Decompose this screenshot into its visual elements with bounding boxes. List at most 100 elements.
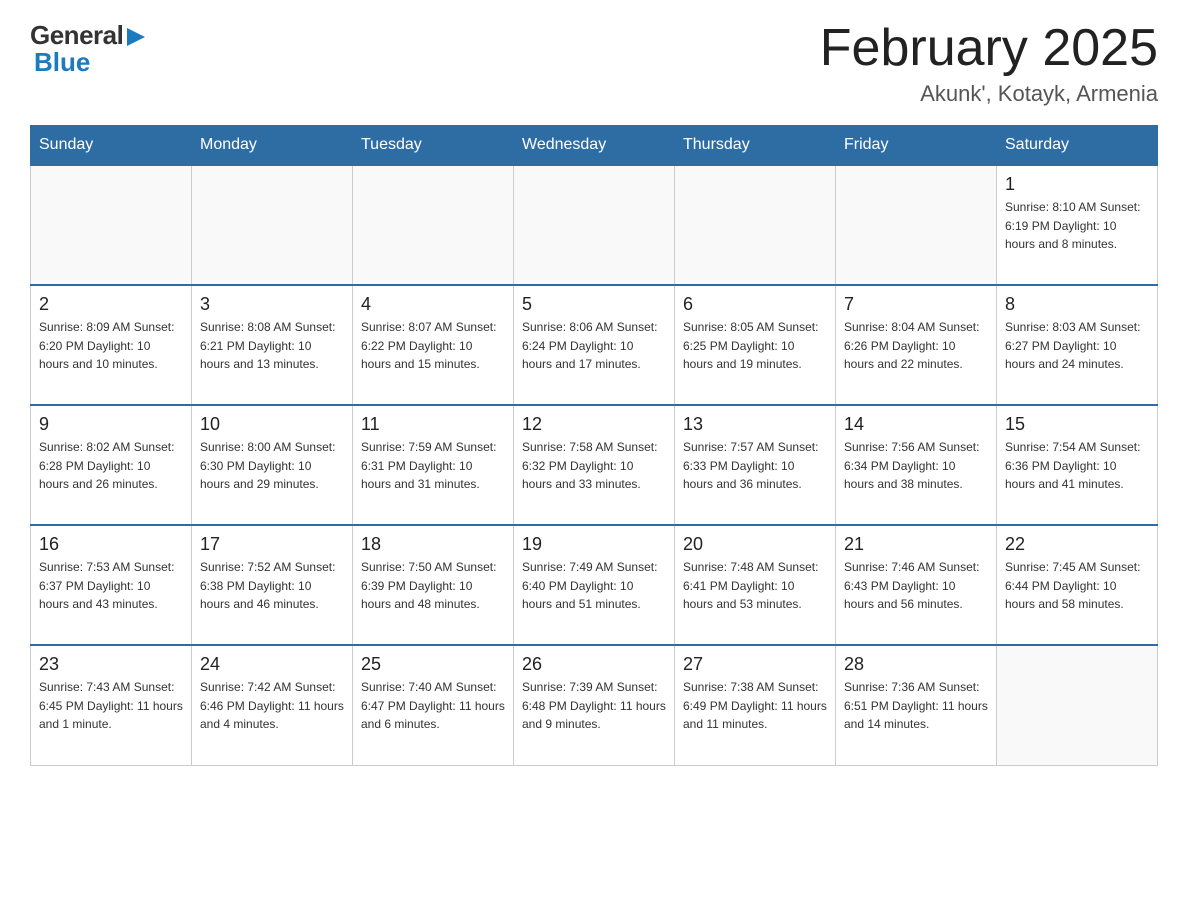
- day-cell: [31, 165, 192, 285]
- day-info: Sunrise: 7:39 AM Sunset: 6:48 PM Dayligh…: [522, 678, 666, 734]
- header-cell-tuesday: Tuesday: [353, 126, 514, 166]
- day-number: 27: [683, 654, 827, 675]
- day-number: 7: [844, 294, 988, 315]
- day-number: 9: [39, 414, 183, 435]
- day-info: Sunrise: 8:00 AM Sunset: 6:30 PM Dayligh…: [200, 438, 344, 494]
- header-cell-thursday: Thursday: [675, 126, 836, 166]
- day-number: 18: [361, 534, 505, 555]
- day-cell: 19Sunrise: 7:49 AM Sunset: 6:40 PM Dayli…: [514, 525, 675, 645]
- day-info: Sunrise: 7:45 AM Sunset: 6:44 PM Dayligh…: [1005, 558, 1149, 614]
- day-cell: [353, 165, 514, 285]
- day-cell: 10 Sunrise: 8:00 AM Sunset: 6:30 PM Dayli…: [192, 405, 353, 525]
- week-row-1: 2 Sunrise: 8:09 AM Sunset: 6:20 PM Daylig…: [31, 285, 1158, 405]
- calendar-title: February 2025: [820, 20, 1158, 77]
- day-number: 11: [361, 414, 505, 435]
- day-cell: 24 Sunrise: 7:42 AM Sunset: 6:46 PM Dayli…: [192, 645, 353, 765]
- calendar-table: SundayMondayTuesdayWednesdayThursdayFrid…: [30, 125, 1158, 766]
- calendar-subtitle: Akunk', Kotayk, Armenia: [820, 81, 1158, 107]
- week-row-2: 9 Sunrise: 8:02 AM Sunset: 6:28 PM Daylig…: [31, 405, 1158, 525]
- day-info: Sunrise: 7:50 AM Sunset: 6:39 PM Dayligh…: [361, 558, 505, 614]
- day-info: Sunrise: 8:09 AM Sunset: 6:20 PM Dayligh…: [39, 318, 183, 374]
- title-section: February 2025 Akunk', Kotayk, Armenia: [820, 20, 1158, 107]
- day-number: 15: [1005, 414, 1149, 435]
- day-cell: 27 Sunrise: 7:38 AM Sunset: 6:49 PM Dayli…: [675, 645, 836, 765]
- week-row-0: 1 Sunrise: 8:10 AM Sunset: 6:19 PM Daylig…: [31, 165, 1158, 285]
- day-info: Sunrise: 8:05 AM Sunset: 6:25 PM Dayligh…: [683, 318, 827, 374]
- day-info: Sunrise: 8:02 AM Sunset: 6:28 PM Dayligh…: [39, 438, 183, 494]
- day-cell: [675, 165, 836, 285]
- day-cell: [836, 165, 997, 285]
- day-cell: 22 Sunrise: 7:45 AM Sunset: 6:44 PM Dayli…: [997, 525, 1158, 645]
- day-number: 25: [361, 654, 505, 675]
- day-info: Sunrise: 7:52 AM Sunset: 6:38 PM Dayligh…: [200, 558, 344, 614]
- logo-blue-text: Blue: [34, 47, 90, 77]
- day-cell: 11 Sunrise: 7:59 AM Sunset: 6:31 PM Dayli…: [353, 405, 514, 525]
- header-cell-friday: Friday: [836, 126, 997, 166]
- day-info: Sunrise: 7:59 AM Sunset: 6:31 PM Dayligh…: [361, 438, 505, 494]
- day-number: 16: [39, 534, 183, 555]
- day-cell: 26 Sunrise: 7:39 AM Sunset: 6:48 PM Dayli…: [514, 645, 675, 765]
- day-info: Sunrise: 7:43 AM Sunset: 6:45 PM Dayligh…: [39, 678, 183, 734]
- day-cell: 28 Sunrise: 7:36 AM Sunset: 6:51 PM Dayli…: [836, 645, 997, 765]
- day-number: 13: [683, 414, 827, 435]
- day-info: Sunrise: 7:54 AM Sunset: 6:36 PM Dayligh…: [1005, 438, 1149, 494]
- day-cell: 8 Sunrise: 8:03 AM Sunset: 6:27 PM Daylig…: [997, 285, 1158, 405]
- day-number: 2: [39, 294, 183, 315]
- day-cell: 2 Sunrise: 8:09 AM Sunset: 6:20 PM Daylig…: [31, 285, 192, 405]
- header-cell-monday: Monday: [192, 126, 353, 166]
- header-cell-wednesday: Wednesday: [514, 126, 675, 166]
- day-cell: 3 Sunrise: 8:08 AM Sunset: 6:21 PM Daylig…: [192, 285, 353, 405]
- day-cell: 23 Sunrise: 7:43 AM Sunset: 6:45 PM Dayli…: [31, 645, 192, 765]
- day-number: 20: [683, 534, 827, 555]
- day-info: Sunrise: 7:48 AM Sunset: 6:41 PM Dayligh…: [683, 558, 827, 614]
- day-number: 24: [200, 654, 344, 675]
- day-cell: 7Sunrise: 8:04 AM Sunset: 6:26 PM Daylig…: [836, 285, 997, 405]
- header-cell-saturday: Saturday: [997, 126, 1158, 166]
- day-info: Sunrise: 8:07 AM Sunset: 6:22 PM Dayligh…: [361, 318, 505, 374]
- day-cell: 4 Sunrise: 8:07 AM Sunset: 6:22 PM Daylig…: [353, 285, 514, 405]
- day-number: 3: [200, 294, 344, 315]
- day-number: 10: [200, 414, 344, 435]
- day-cell: 13 Sunrise: 7:57 AM Sunset: 6:33 PM Dayli…: [675, 405, 836, 525]
- day-info: Sunrise: 8:10 AM Sunset: 6:19 PM Dayligh…: [1005, 198, 1149, 254]
- day-info: Sunrise: 8:06 AM Sunset: 6:24 PM Dayligh…: [522, 318, 666, 374]
- day-info: Sunrise: 7:38 AM Sunset: 6:49 PM Dayligh…: [683, 678, 827, 734]
- day-cell: 5Sunrise: 8:06 AM Sunset: 6:24 PM Daylig…: [514, 285, 675, 405]
- day-number: 4: [361, 294, 505, 315]
- day-number: 28: [844, 654, 988, 675]
- day-cell: 21Sunrise: 7:46 AM Sunset: 6:43 PM Dayli…: [836, 525, 997, 645]
- day-number: 1: [1005, 174, 1149, 195]
- page-header: General Blue February 2025 Akunk', Kotay…: [30, 20, 1158, 107]
- day-cell: 12 Sunrise: 7:58 AM Sunset: 6:32 PM Dayli…: [514, 405, 675, 525]
- day-number: 19: [522, 534, 666, 555]
- day-info: Sunrise: 8:03 AM Sunset: 6:27 PM Dayligh…: [1005, 318, 1149, 374]
- calendar-body: 1 Sunrise: 8:10 AM Sunset: 6:19 PM Daylig…: [31, 165, 1158, 765]
- header-cell-sunday: Sunday: [31, 126, 192, 166]
- day-cell: 6Sunrise: 8:05 AM Sunset: 6:25 PM Daylig…: [675, 285, 836, 405]
- day-cell: [997, 645, 1158, 765]
- day-number: 12: [522, 414, 666, 435]
- day-cell: 16 Sunrise: 7:53 AM Sunset: 6:37 PM Dayli…: [31, 525, 192, 645]
- day-number: 23: [39, 654, 183, 675]
- day-number: 8: [1005, 294, 1149, 315]
- day-number: 21: [844, 534, 988, 555]
- week-row-3: 16 Sunrise: 7:53 AM Sunset: 6:37 PM Dayli…: [31, 525, 1158, 645]
- day-number: 26: [522, 654, 666, 675]
- header-row: SundayMondayTuesdayWednesdayThursdayFrid…: [31, 126, 1158, 166]
- day-cell: 20 Sunrise: 7:48 AM Sunset: 6:41 PM Dayli…: [675, 525, 836, 645]
- day-cell: 14Sunrise: 7:56 AM Sunset: 6:34 PM Dayli…: [836, 405, 997, 525]
- day-info: Sunrise: 7:58 AM Sunset: 6:32 PM Dayligh…: [522, 438, 666, 494]
- day-cell: 9 Sunrise: 8:02 AM Sunset: 6:28 PM Daylig…: [31, 405, 192, 525]
- day-cell: 17 Sunrise: 7:52 AM Sunset: 6:38 PM Dayli…: [192, 525, 353, 645]
- day-info: Sunrise: 7:57 AM Sunset: 6:33 PM Dayligh…: [683, 438, 827, 494]
- day-info: Sunrise: 7:36 AM Sunset: 6:51 PM Dayligh…: [844, 678, 988, 734]
- day-info: Sunrise: 7:40 AM Sunset: 6:47 PM Dayligh…: [361, 678, 505, 734]
- day-info: Sunrise: 7:42 AM Sunset: 6:46 PM Dayligh…: [200, 678, 344, 734]
- day-number: 22: [1005, 534, 1149, 555]
- day-info: Sunrise: 8:08 AM Sunset: 6:21 PM Dayligh…: [200, 318, 344, 374]
- day-info: Sunrise: 7:53 AM Sunset: 6:37 PM Dayligh…: [39, 558, 183, 614]
- day-number: 17: [200, 534, 344, 555]
- day-number: 14: [844, 414, 988, 435]
- day-cell: 25 Sunrise: 7:40 AM Sunset: 6:47 PM Dayli…: [353, 645, 514, 765]
- day-cell: [514, 165, 675, 285]
